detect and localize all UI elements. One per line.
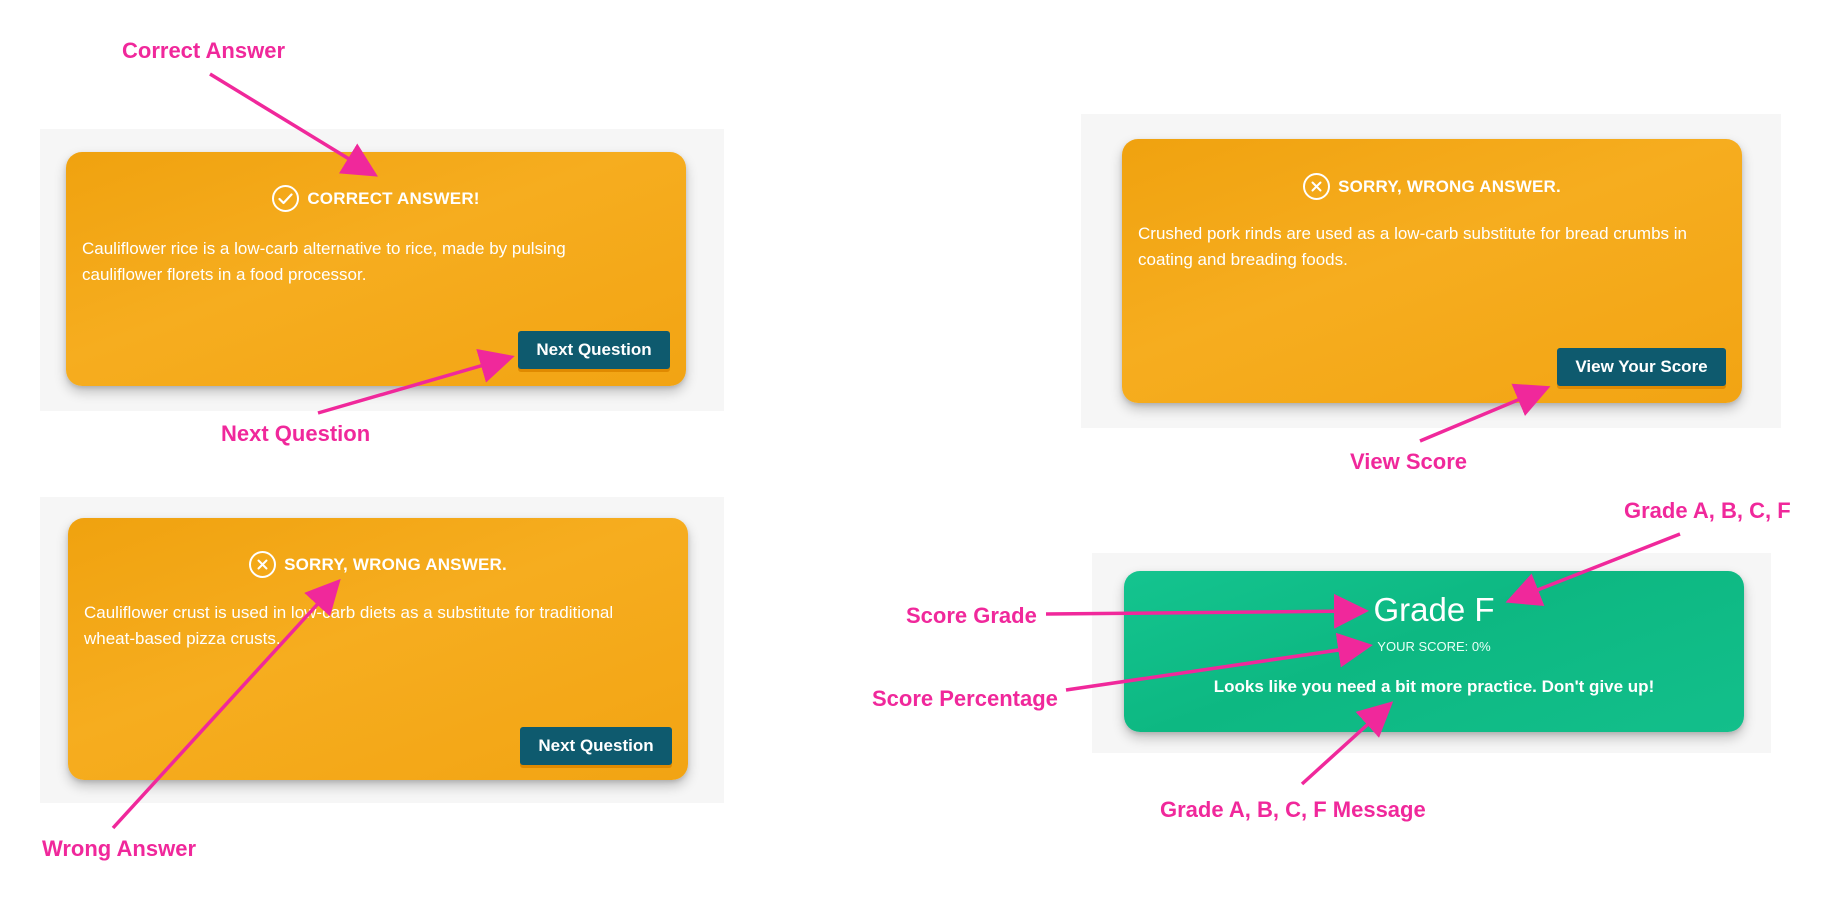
arrow-score-grade — [1045, 593, 1369, 629]
annotation-score-percentage: Score Percentage — [872, 686, 1058, 711]
arrow-wrong-answer — [111, 578, 341, 830]
annotation-view-score: View Score — [1350, 449, 1467, 474]
annotation-next-question: Next Question — [221, 421, 371, 446]
arrow-view-score — [1419, 383, 1551, 443]
annotation-grade-abcf: Grade A, B, C, F — [1624, 498, 1791, 523]
arrow-score-percentage — [1065, 632, 1373, 692]
annotation-wrong-answer: Wrong Answer — [42, 836, 197, 861]
annotation-correct-answer: Correct Answer — [122, 38, 286, 63]
annotation-arrows — [111, 72, 1681, 830]
annotation-score-grade: Score Grade — [906, 603, 1037, 628]
arrow-next-question — [317, 348, 515, 415]
arrow-grade-abcf — [1505, 532, 1681, 607]
arrow-grade-message — [1300, 701, 1394, 786]
annotation-grade-message: Grade A, B, C, F Message — [1160, 797, 1426, 822]
arrow-correct-answer — [209, 72, 378, 177]
